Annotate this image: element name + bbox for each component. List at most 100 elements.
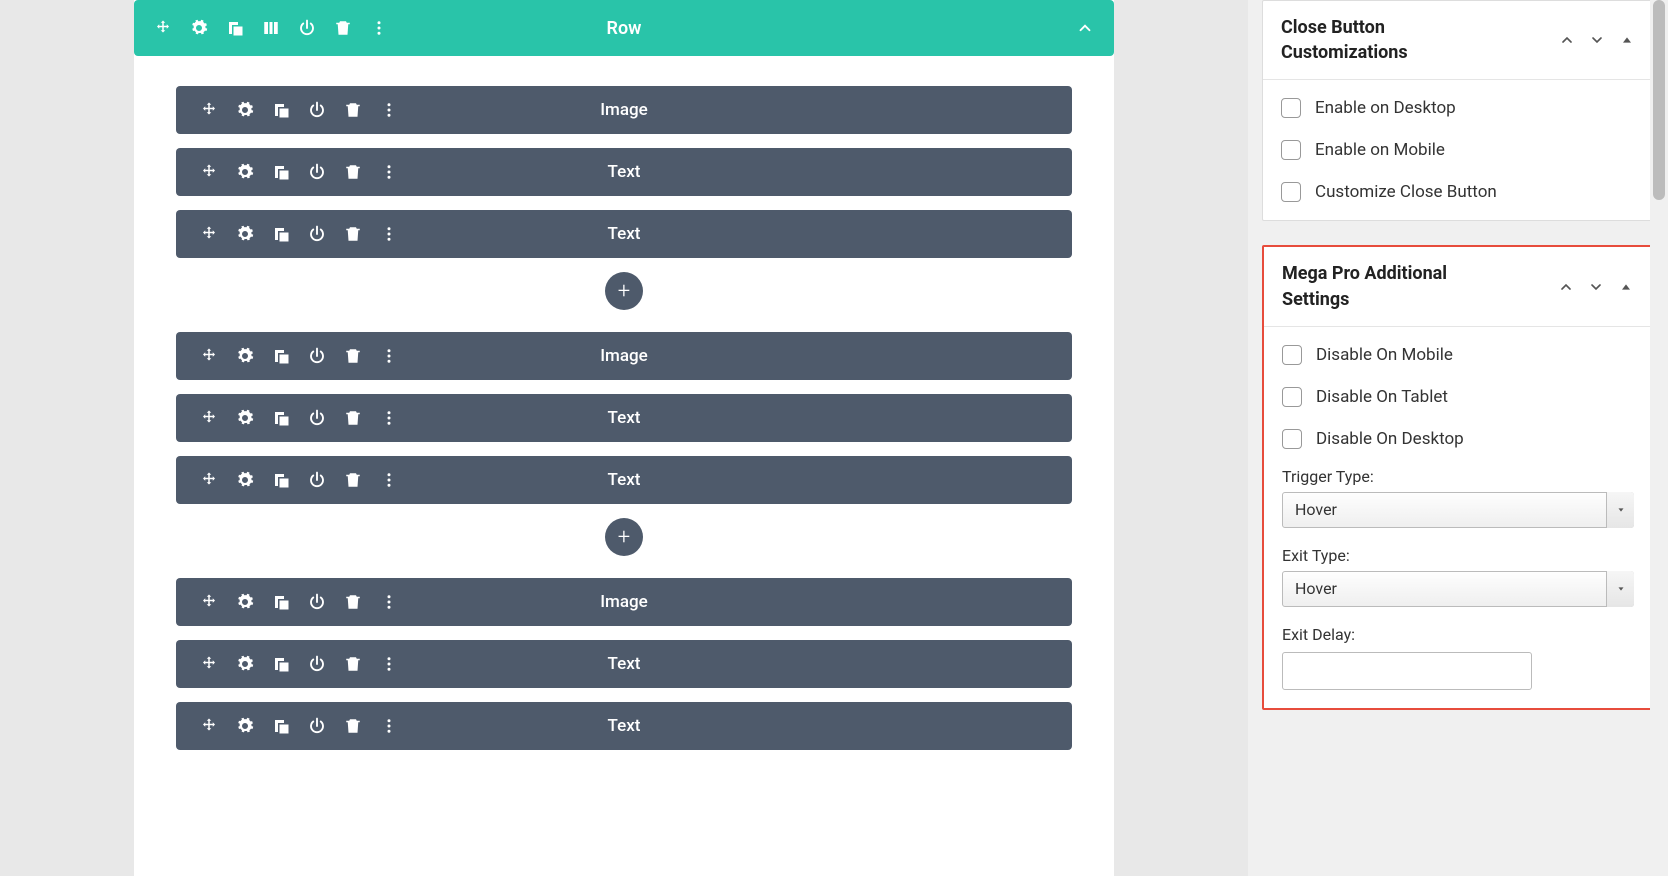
- add-module-button[interactable]: +: [605, 518, 643, 556]
- power-icon[interactable]: [308, 101, 326, 119]
- more-icon[interactable]: [370, 19, 388, 37]
- power-icon[interactable]: [298, 19, 316, 37]
- module-title: Text: [608, 408, 641, 428]
- module-block[interactable]: Text: [176, 148, 1072, 196]
- module-block[interactable]: Text: [176, 394, 1072, 442]
- trash-icon[interactable]: [344, 409, 362, 427]
- move-icon[interactable]: [200, 471, 218, 489]
- gear-icon[interactable]: [236, 593, 254, 611]
- add-module-button[interactable]: +: [605, 272, 643, 310]
- trash-icon[interactable]: [344, 225, 362, 243]
- checkbox[interactable]: [1282, 345, 1302, 365]
- triangle-up-icon[interactable]: [1619, 32, 1635, 48]
- module-title: Image: [600, 592, 648, 612]
- power-icon[interactable]: [308, 347, 326, 365]
- exit-delay-label: Exit Delay:: [1282, 625, 1634, 644]
- more-icon[interactable]: [380, 225, 398, 243]
- move-icon[interactable]: [200, 163, 218, 181]
- trash-icon[interactable]: [344, 101, 362, 119]
- more-icon[interactable]: [380, 163, 398, 181]
- exit-type-select[interactable]: Hover: [1282, 571, 1634, 607]
- chevron-down-icon[interactable]: [1588, 279, 1604, 295]
- move-icon[interactable]: [200, 101, 218, 119]
- move-icon[interactable]: [200, 409, 218, 427]
- move-icon[interactable]: [200, 593, 218, 611]
- module-block[interactable]: Text: [176, 210, 1072, 258]
- module-block[interactable]: Text: [176, 456, 1072, 504]
- gear-icon[interactable]: [236, 409, 254, 427]
- trash-icon[interactable]: [334, 19, 352, 37]
- copy-icon[interactable]: [272, 655, 290, 673]
- power-icon[interactable]: [308, 655, 326, 673]
- checkbox[interactable]: [1282, 429, 1302, 449]
- power-icon[interactable]: [308, 409, 326, 427]
- copy-icon[interactable]: [226, 19, 244, 37]
- trigger-type-select[interactable]: Hover: [1282, 492, 1634, 528]
- chevron-down-icon[interactable]: [1589, 32, 1605, 48]
- gear-icon[interactable]: [236, 163, 254, 181]
- copy-icon[interactable]: [272, 163, 290, 181]
- triangle-up-icon[interactable]: [1618, 279, 1634, 295]
- power-icon[interactable]: [308, 593, 326, 611]
- copy-icon[interactable]: [272, 101, 290, 119]
- module-block[interactable]: Image: [176, 332, 1072, 380]
- more-icon[interactable]: [380, 409, 398, 427]
- move-icon[interactable]: [154, 19, 172, 37]
- trash-icon[interactable]: [344, 347, 362, 365]
- copy-icon[interactable]: [272, 471, 290, 489]
- module-block[interactable]: Image: [176, 578, 1072, 626]
- copy-icon[interactable]: [272, 593, 290, 611]
- more-icon[interactable]: [380, 655, 398, 673]
- panel-title: Close Button Customizations: [1281, 15, 1501, 65]
- gear-icon[interactable]: [236, 471, 254, 489]
- more-icon[interactable]: [380, 347, 398, 365]
- more-icon[interactable]: [380, 717, 398, 735]
- dropdown-arrow-icon[interactable]: [1606, 492, 1634, 528]
- checkbox[interactable]: [1281, 98, 1301, 118]
- move-icon[interactable]: [200, 347, 218, 365]
- checkbox[interactable]: [1282, 387, 1302, 407]
- gear-icon[interactable]: [236, 655, 254, 673]
- scrollbar-track: [1650, 0, 1668, 876]
- move-icon[interactable]: [200, 225, 218, 243]
- mega-pro-panel: Mega Pro Additional Settings Disable On …: [1262, 245, 1654, 709]
- trash-icon[interactable]: [344, 163, 362, 181]
- trash-icon[interactable]: [344, 593, 362, 611]
- power-icon[interactable]: [308, 163, 326, 181]
- copy-icon[interactable]: [272, 409, 290, 427]
- power-icon[interactable]: [308, 225, 326, 243]
- copy-icon[interactable]: [272, 717, 290, 735]
- scrollbar-thumb[interactable]: [1653, 0, 1665, 200]
- module-block[interactable]: Image: [176, 86, 1072, 134]
- move-icon[interactable]: [200, 655, 218, 673]
- trash-icon[interactable]: [344, 471, 362, 489]
- copy-icon[interactable]: [272, 347, 290, 365]
- gear-icon[interactable]: [236, 225, 254, 243]
- copy-icon[interactable]: [272, 225, 290, 243]
- chevron-up-icon[interactable]: [1558, 279, 1574, 295]
- more-icon[interactable]: [380, 471, 398, 489]
- trash-icon[interactable]: [344, 717, 362, 735]
- checkbox[interactable]: [1281, 182, 1301, 202]
- trash-icon[interactable]: [344, 655, 362, 673]
- module-block[interactable]: Text: [176, 640, 1072, 688]
- module-block[interactable]: Text: [176, 702, 1072, 750]
- collapse-icon[interactable]: [1076, 19, 1094, 37]
- row-header[interactable]: Row: [134, 0, 1114, 56]
- checkbox[interactable]: [1281, 140, 1301, 160]
- power-icon[interactable]: [308, 471, 326, 489]
- columns-icon[interactable]: [262, 19, 280, 37]
- chevron-up-icon[interactable]: [1559, 32, 1575, 48]
- gear-icon[interactable]: [236, 717, 254, 735]
- dropdown-arrow-icon[interactable]: [1606, 571, 1634, 607]
- checkbox-label: Customize Close Button: [1315, 182, 1497, 202]
- gear-icon[interactable]: [236, 347, 254, 365]
- gear-icon[interactable]: [190, 19, 208, 37]
- move-icon[interactable]: [200, 717, 218, 735]
- trigger-type-label: Trigger Type:: [1282, 467, 1634, 486]
- exit-delay-input[interactable]: [1282, 652, 1532, 690]
- more-icon[interactable]: [380, 101, 398, 119]
- gear-icon[interactable]: [236, 101, 254, 119]
- more-icon[interactable]: [380, 593, 398, 611]
- power-icon[interactable]: [308, 717, 326, 735]
